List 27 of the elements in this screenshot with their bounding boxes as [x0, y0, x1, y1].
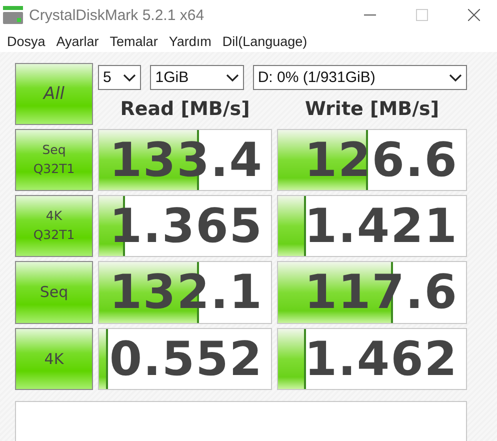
all-button[interactable]: All: [15, 63, 93, 125]
caret-icon: [226, 74, 239, 82]
column-header: Write [MB/s]: [304, 98, 440, 120]
dropdown[interactable]: 1GiB: [150, 65, 244, 90]
test-button[interactable]: Seq: [15, 261, 93, 324]
column-header: Read [MB/s]: [119, 98, 251, 120]
dropdown[interactable]: D: 0% (1/931GiB): [252, 65, 467, 90]
test-button[interactable]: 4K: [15, 328, 93, 390]
menu-item[interactable]: Ayarlar: [56, 34, 99, 48]
menu-item[interactable]: Dil(Language): [222, 34, 308, 48]
window-title: CrystalDiskMark 5.2.1 x64: [29, 6, 206, 24]
menu-item[interactable]: Yardım: [168, 34, 212, 48]
menu-item[interactable]: Temalar: [110, 34, 158, 48]
result-value: 1.462: [304, 332, 458, 386]
app-icon: [3, 6, 23, 24]
caret-icon: [123, 74, 136, 82]
dropdown[interactable]: 5: [98, 65, 142, 90]
test-button[interactable]: Seq Q32T1: [15, 129, 93, 191]
minimize-icon: [364, 14, 376, 16]
close-icon: [468, 9, 480, 21]
comment-field[interactable]: [15, 401, 467, 441]
caret-icon: [449, 74, 462, 82]
maximize-icon: [416, 9, 428, 21]
test-button[interactable]: 4K Q32T1: [15, 195, 93, 257]
result-value: 1.421: [304, 198, 458, 254]
result-value: 0.552: [109, 332, 263, 386]
menu-item[interactable]: Dosya: [7, 34, 46, 48]
